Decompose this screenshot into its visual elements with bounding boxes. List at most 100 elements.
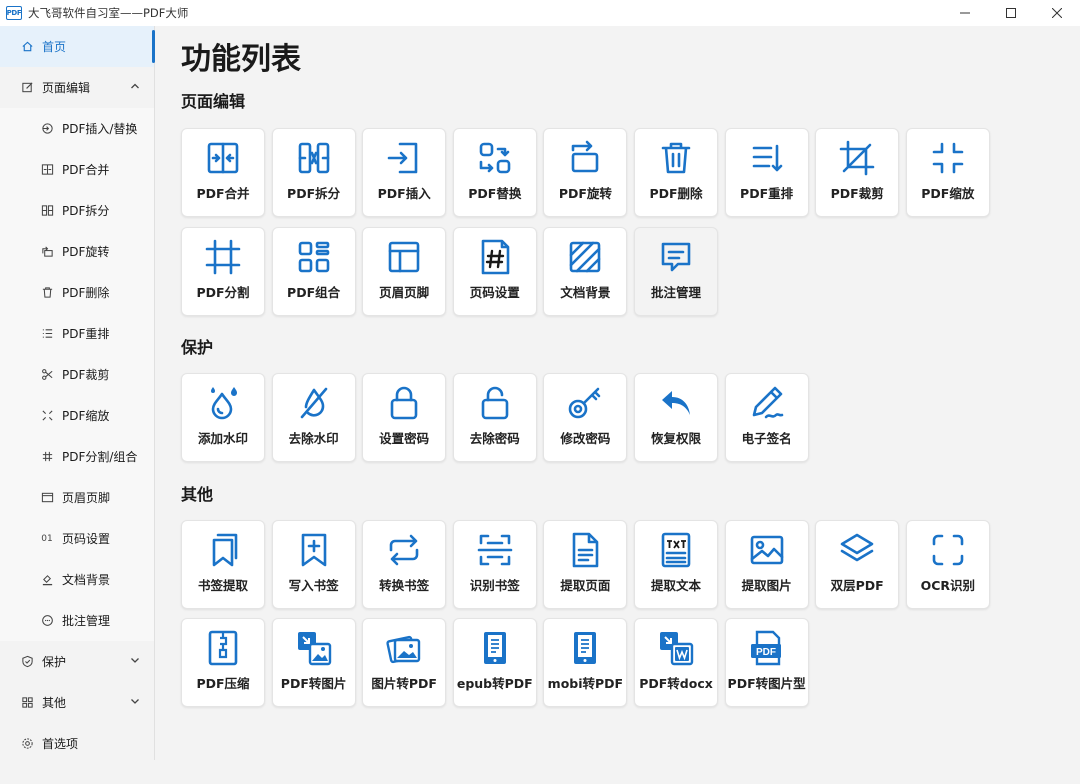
mobi-icon [567,630,603,666]
layers-icon [839,532,875,568]
tile-label: 识别书签 [469,578,520,593]
sidebar-item-label: 页码设置 [62,532,111,546]
tile-hash-frame[interactable]: PDF分割 [181,227,265,316]
sidebar-item-home[interactable]: 首页 [0,26,155,67]
paint-bucket-icon [40,573,54,587]
sidebar-item-pdf-crop[interactable]: PDF裁剪 [0,354,154,395]
sidebar-item-other[interactable]: 其他 [0,682,154,723]
sidebar-item-pdf-split[interactable]: PDF拆分 [0,190,154,231]
sidebar-item-doc-background[interactable]: 文档背景 [0,559,154,600]
tile-label: PDF合并 [196,186,250,201]
tile-undo[interactable]: 恢复权限 [634,373,718,462]
tile-lock[interactable]: 设置密码 [362,373,447,462]
maximize-button[interactable] [988,0,1034,26]
lock-icon [386,385,422,421]
sidebar-item-pdf-split-combine[interactable]: PDF分割/组合 [0,436,154,477]
sidebar-item-header-footer[interactable]: 页眉页脚 [0,477,154,518]
tile-insert[interactable]: PDF插入 [362,128,447,217]
tile-doc-lines[interactable]: 提取页面 [543,520,628,609]
tile-drop[interactable]: 添加水印 [181,373,265,462]
tile-label: PDF旋转 [558,186,612,201]
tile-trash[interactable]: PDF删除 [634,128,718,217]
header-footer-icon [40,491,54,505]
images-icon [386,630,422,666]
tile-shrink[interactable]: PDF缩放 [905,128,990,217]
tile-label: 提取页面 [560,578,611,593]
tile-zip[interactable]: PDF压缩 [181,618,265,707]
tile-pdf-badge[interactable]: PDF PDF转图片型 [724,618,809,707]
tile-image[interactable]: 提取图片 [724,520,809,609]
tile-comment[interactable]: 批注管理 [634,227,718,316]
tile-bookmark-add[interactable]: 写入书签 [271,520,356,609]
tile-rotate[interactable]: PDF旋转 [543,128,628,217]
tile-scan[interactable]: 识别书签 [452,520,537,609]
tile-layout[interactable]: 页眉页脚 [362,227,447,316]
tile-txt[interactable]: 提取文本 [634,520,718,609]
sidebar-item-label: 页眉页脚 [62,491,111,505]
sidebar-item-annotation[interactable]: 批注管理 [0,600,154,641]
shield-icon [20,655,34,669]
tile-label: 文档背景 [560,285,611,300]
tile-pen[interactable]: 电子签名 [724,373,809,462]
tile-mobi[interactable]: mobi转PDF [543,618,628,707]
sidebar-item-pdf-merge[interactable]: PDF合并 [0,149,154,190]
tile-page-hash[interactable]: 页码设置 [452,227,537,316]
bookmarks-icon [205,532,241,568]
sidebar-item-label: PDF重排 [62,327,110,341]
tile-unlock[interactable]: 去除密码 [452,373,537,462]
tile-stripes[interactable]: 文档背景 [543,227,628,316]
sidebar-item-preferences[interactable]: 首选项 [0,723,154,764]
sidebar-item-pdf-rotate[interactable]: PDF旋转 [0,231,154,272]
chevron-up-icon[interactable] [130,80,140,94]
tile-layers[interactable]: 双层PDF [815,520,900,609]
sidebar-item-protect[interactable]: 保护 [0,641,154,682]
merge-icon [40,163,54,177]
sidebar-item-page-edit[interactable]: 页面编辑 [0,67,154,108]
tile-epub[interactable]: epub转PDF [452,618,537,707]
tile-replace[interactable]: PDF替换 [452,128,537,217]
replace-icon [477,140,513,176]
tile-label: 写入书签 [288,578,339,593]
tile-merge[interactable]: PDF合并 [181,128,265,217]
sidebar-item-page-number[interactable]: 01 页码设置 [0,518,154,559]
tile-reorder[interactable]: PDF重排 [724,128,809,217]
tile-images[interactable]: 图片转PDF [362,618,447,707]
tile-ocr-frame[interactable]: OCR识别 [905,520,990,609]
comment-icon [658,239,694,275]
tile-pdf-to-word[interactable]: PDF转docx [634,618,718,707]
sidebar-item-label: PDF裁剪 [62,368,110,382]
sidebar-item-pdf-scale[interactable]: PDF缩放 [0,395,154,436]
close-button[interactable] [1034,0,1080,26]
list-icon [40,327,54,341]
tile-crop[interactable]: PDF裁剪 [815,128,900,217]
chevron-down-icon[interactable] [130,654,140,668]
chevron-down-icon[interactable] [130,695,140,709]
tile-label: 转换书签 [379,578,430,593]
page-title: 功能列表 [181,42,301,77]
split-icon [296,140,332,176]
minimize-button[interactable] [942,0,988,26]
tile-bookmarks[interactable]: 书签提取 [181,520,265,609]
tile-pdf-to-image[interactable]: PDF转图片 [271,618,356,707]
tile-drop-off[interactable]: 去除水印 [271,373,356,462]
tile-repeat[interactable]: 转换书签 [362,520,447,609]
tile-label: 图片转PDF [371,676,437,691]
tile-combine[interactable]: PDF组合 [271,227,356,316]
crop-icon [839,140,875,176]
gear-icon [20,737,34,751]
sidebar-item-pdf-delete[interactable]: PDF删除 [0,272,154,313]
tile-key[interactable]: 修改密码 [543,373,628,462]
section-title-page-edit: 页面编辑 [181,92,246,111]
close-icon [1052,8,1062,18]
tile-label: PDF重排 [740,186,794,201]
tile-split[interactable]: PDF拆分 [271,128,356,217]
sidebar-item-label: 首选项 [42,737,79,751]
sidebar-item-pdf-reorder[interactable]: PDF重排 [0,313,154,354]
sidebar-item-pdf-insert-replace[interactable]: PDF插入/替换 [0,108,154,149]
pen-icon [749,385,785,421]
insert-replace-icon [40,122,54,136]
trash-icon [40,286,54,300]
sidebar-item-label: 批注管理 [62,614,111,628]
hash-frame-icon [205,239,241,275]
stripes-icon [567,239,603,275]
